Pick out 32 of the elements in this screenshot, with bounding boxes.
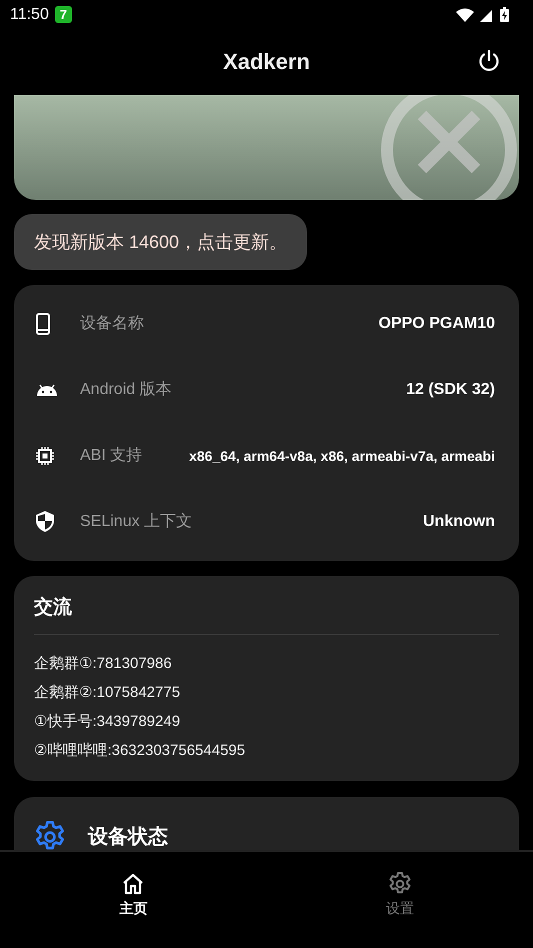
- settings-icon: [388, 872, 412, 896]
- phone-icon: [36, 312, 50, 335]
- nav-tab[interactable]: 设置: [266, 852, 533, 948]
- android-icon: [36, 384, 58, 396]
- info-value: OPPO PGAM10: [378, 314, 495, 333]
- notification-badge: 7: [54, 6, 72, 24]
- info-label: 设备名称: [80, 314, 144, 334]
- settings-icon: [34, 820, 66, 850]
- info-value: Unknown: [423, 512, 495, 531]
- wifi-icon: [456, 8, 474, 22]
- app-title: Xadkern: [223, 49, 310, 76]
- nav-tab[interactable]: 主页: [0, 852, 266, 948]
- device-status-card[interactable]: 设备状态: [14, 796, 519, 850]
- contact-text: 企鹅群①:781307986: [34, 654, 173, 674]
- card-title: 交流: [34, 594, 499, 635]
- power-icon[interactable]: [477, 48, 501, 73]
- home-icon: [121, 872, 146, 896]
- chip-icon: [36, 446, 54, 465]
- shield-icon: [36, 511, 54, 532]
- info-label: SELinux 上下文: [80, 512, 192, 532]
- battery-icon: [500, 7, 509, 22]
- status-time: 11:50: [10, 6, 49, 24]
- contact-text: ②哔哩哔哩:3632303756544595: [34, 740, 246, 761]
- update-notice[interactable]: 发现新版本 14600，点击更新。: [14, 214, 308, 270]
- signal-icon: [480, 8, 494, 22]
- info-label: Android 版本: [80, 380, 172, 400]
- contact-text: ①快手号:3439789249: [34, 712, 182, 732]
- card-title: 设备状态: [88, 825, 168, 850]
- contact-text: 企鹅群②:1075842775: [34, 682, 182, 703]
- info-label: ABI 支持: [80, 446, 142, 466]
- info-value: x86_64, arm64-v8a, x86, armeabi-v7a, armeabi: [189, 448, 495, 464]
- info-value: 12 (SDK 32): [406, 380, 495, 399]
